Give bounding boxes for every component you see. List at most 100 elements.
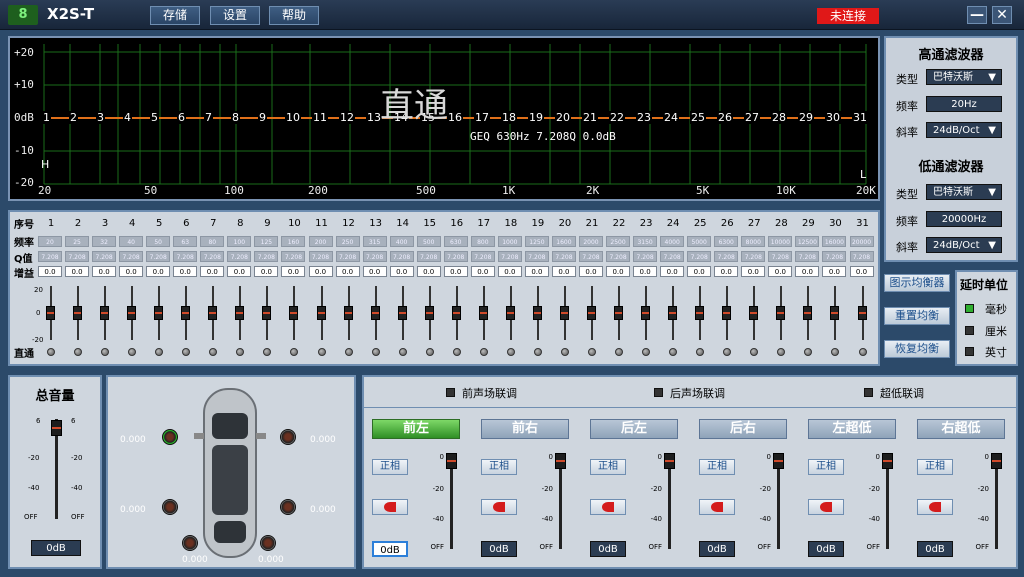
- graph-band-marker[interactable]: 27: [744, 111, 760, 124]
- eq-band-freq[interactable]: 8000: [741, 236, 766, 247]
- eq-band-bypass-button[interactable]: [479, 348, 488, 356]
- eq-band-freq[interactable]: 160: [281, 236, 306, 247]
- delay-ms-radio[interactable]: [965, 304, 974, 313]
- eq-band-freq[interactable]: 100: [227, 236, 252, 247]
- eq-band-q[interactable]: 7.208: [660, 251, 685, 262]
- menu-save-button[interactable]: 存储: [150, 6, 200, 25]
- graphic-eq-button[interactable]: 图示均衡器: [884, 274, 950, 292]
- channel-select-button[interactable]: 右超低: [917, 419, 1005, 439]
- eq-band-freq[interactable]: 16000: [822, 236, 847, 247]
- eq-band-q[interactable]: 7.208: [173, 251, 198, 262]
- channel-select-button[interactable]: 后左: [590, 419, 678, 439]
- channel-phase-button[interactable]: 正相: [917, 459, 953, 475]
- speaker-front-left-icon[interactable]: [162, 429, 178, 445]
- channel-volume-slider[interactable]: [773, 453, 784, 469]
- channel-select-button[interactable]: 前右: [481, 419, 569, 439]
- eq-band-gain[interactable]: 0.0: [551, 266, 576, 277]
- channel-select-button[interactable]: 左超低: [808, 419, 896, 439]
- speaker-rear-left-icon[interactable]: [162, 499, 178, 515]
- eq-band-slider[interactable]: [478, 306, 488, 320]
- eq-band-gain[interactable]: 0.0: [254, 266, 279, 277]
- eq-band-q[interactable]: 7.208: [795, 251, 820, 262]
- eq-band-freq[interactable]: 630: [443, 236, 468, 247]
- eq-band-q[interactable]: 7.208: [579, 251, 603, 262]
- eq-band-freq[interactable]: 2000: [579, 236, 603, 247]
- master-volume-value[interactable]: 0dB: [31, 540, 81, 556]
- speaker-sub-right-icon[interactable]: [260, 535, 276, 551]
- eq-band-bypass-button[interactable]: [290, 348, 299, 356]
- eq-band-slider[interactable]: [776, 306, 786, 320]
- eq-band-q[interactable]: 7.208: [335, 251, 360, 262]
- eq-band-gain[interactable]: 0.0: [227, 266, 252, 277]
- speaker-rear-right-icon[interactable]: [280, 499, 296, 515]
- eq-band-freq[interactable]: 500: [416, 236, 441, 247]
- eq-band-freq[interactable]: 125: [254, 236, 279, 247]
- eq-band-slider[interactable]: [370, 306, 380, 320]
- eq-band-bypass-button[interactable]: [398, 348, 407, 356]
- eq-band-q[interactable]: 7.208: [741, 251, 766, 262]
- highpass-type-select[interactable]: 巴特沃斯 ▼: [926, 69, 1002, 85]
- channel-phase-button[interactable]: 正相: [699, 459, 735, 475]
- graph-band-marker[interactable]: 23: [636, 111, 652, 124]
- eq-band-q[interactable]: 7.208: [65, 251, 90, 262]
- eq-band-q[interactable]: 7.208: [416, 251, 441, 262]
- eq-band-slider[interactable]: [424, 306, 434, 320]
- eq-band-bypass-button[interactable]: [506, 348, 515, 356]
- master-volume-slider[interactable]: [51, 420, 62, 436]
- eq-band-q[interactable]: 7.208: [389, 251, 414, 262]
- graph-band-marker[interactable]: 12: [339, 111, 355, 124]
- highpass-freq-field[interactable]: 20Hz: [926, 96, 1002, 112]
- channel-phase-button[interactable]: 正相: [481, 459, 517, 475]
- graph-band-marker[interactable]: 26: [717, 111, 733, 124]
- eq-band-bypass-button[interactable]: [263, 348, 272, 356]
- channel-mute-button[interactable]: [917, 499, 953, 515]
- eq-band-gain[interactable]: 0.0: [714, 266, 739, 277]
- eq-band-q[interactable]: 7.208: [714, 251, 739, 262]
- eq-band-q[interactable]: 7.208: [443, 251, 468, 262]
- graph-band-marker[interactable]: 21: [582, 111, 598, 124]
- eq-band-slider[interactable]: [235, 306, 245, 320]
- eq-band-gain[interactable]: 0.0: [795, 266, 820, 277]
- eq-band-bypass-button[interactable]: [588, 348, 596, 356]
- eq-band-freq[interactable]: 32: [92, 236, 117, 247]
- channel-select-button[interactable]: 后右: [699, 419, 787, 439]
- graph-band-marker[interactable]: 6: [177, 111, 186, 124]
- eq-band-q[interactable]: 7.208: [822, 251, 847, 262]
- eq-band-bypass-button[interactable]: [533, 348, 542, 356]
- eq-band-freq[interactable]: 10000: [768, 236, 793, 247]
- eq-band-q[interactable]: 7.208: [470, 251, 495, 262]
- delay-inch-radio[interactable]: [965, 347, 974, 356]
- eq-band-freq[interactable]: 200: [308, 236, 333, 247]
- eq-band-gain[interactable]: 0.0: [849, 266, 874, 277]
- eq-band-slider[interactable]: [641, 306, 651, 320]
- graph-band-marker[interactable]: 28: [771, 111, 787, 124]
- eq-band-freq[interactable]: 1250: [524, 236, 549, 247]
- channel-select-button[interactable]: 前左: [372, 419, 460, 439]
- eq-band-bypass-button[interactable]: [642, 348, 651, 356]
- channel-phase-button[interactable]: 正相: [590, 459, 626, 475]
- eq-band-freq[interactable]: 6300: [714, 236, 739, 247]
- lowpass-slope-select[interactable]: 24dB/Oct ▼: [926, 237, 1002, 253]
- channel-volume-value[interactable]: 0dB: [481, 541, 517, 557]
- eq-band-slider[interactable]: [343, 306, 353, 320]
- eq-band-gain[interactable]: 0.0: [65, 266, 90, 277]
- eq-band-freq[interactable]: 400: [389, 236, 414, 247]
- lowpass-marker[interactable]: L: [860, 168, 866, 181]
- eq-band-slider[interactable]: [289, 306, 299, 320]
- channel-volume-value[interactable]: 0dB: [917, 541, 953, 557]
- eq-band-bypass-button[interactable]: [858, 348, 867, 356]
- eq-band-bypass-button[interactable]: [615, 348, 624, 356]
- eq-band-gain[interactable]: 0.0: [687, 266, 712, 277]
- eq-band-slider[interactable]: [181, 306, 191, 320]
- eq-band-freq[interactable]: 3150: [633, 236, 658, 247]
- graph-band-marker[interactable]: 31: [852, 111, 868, 124]
- eq-band-freq[interactable]: 50: [146, 236, 171, 247]
- eq-band-bypass-button[interactable]: [804, 348, 813, 356]
- eq-band-bypass-button[interactable]: [425, 348, 434, 356]
- graph-band-marker[interactable]: 11: [312, 111, 328, 124]
- eq-response-graph[interactable]: +20 +10 0dB -10 -20 20 50 100 200 500 1K 2K 5K 1…: [8, 36, 880, 201]
- eq-band-gain[interactable]: 0.0: [335, 266, 360, 277]
- channel-volume-value[interactable]: 0dB: [372, 541, 408, 557]
- graph-band-marker[interactable]: 7: [204, 111, 213, 124]
- graph-band-marker[interactable]: 29: [798, 111, 814, 124]
